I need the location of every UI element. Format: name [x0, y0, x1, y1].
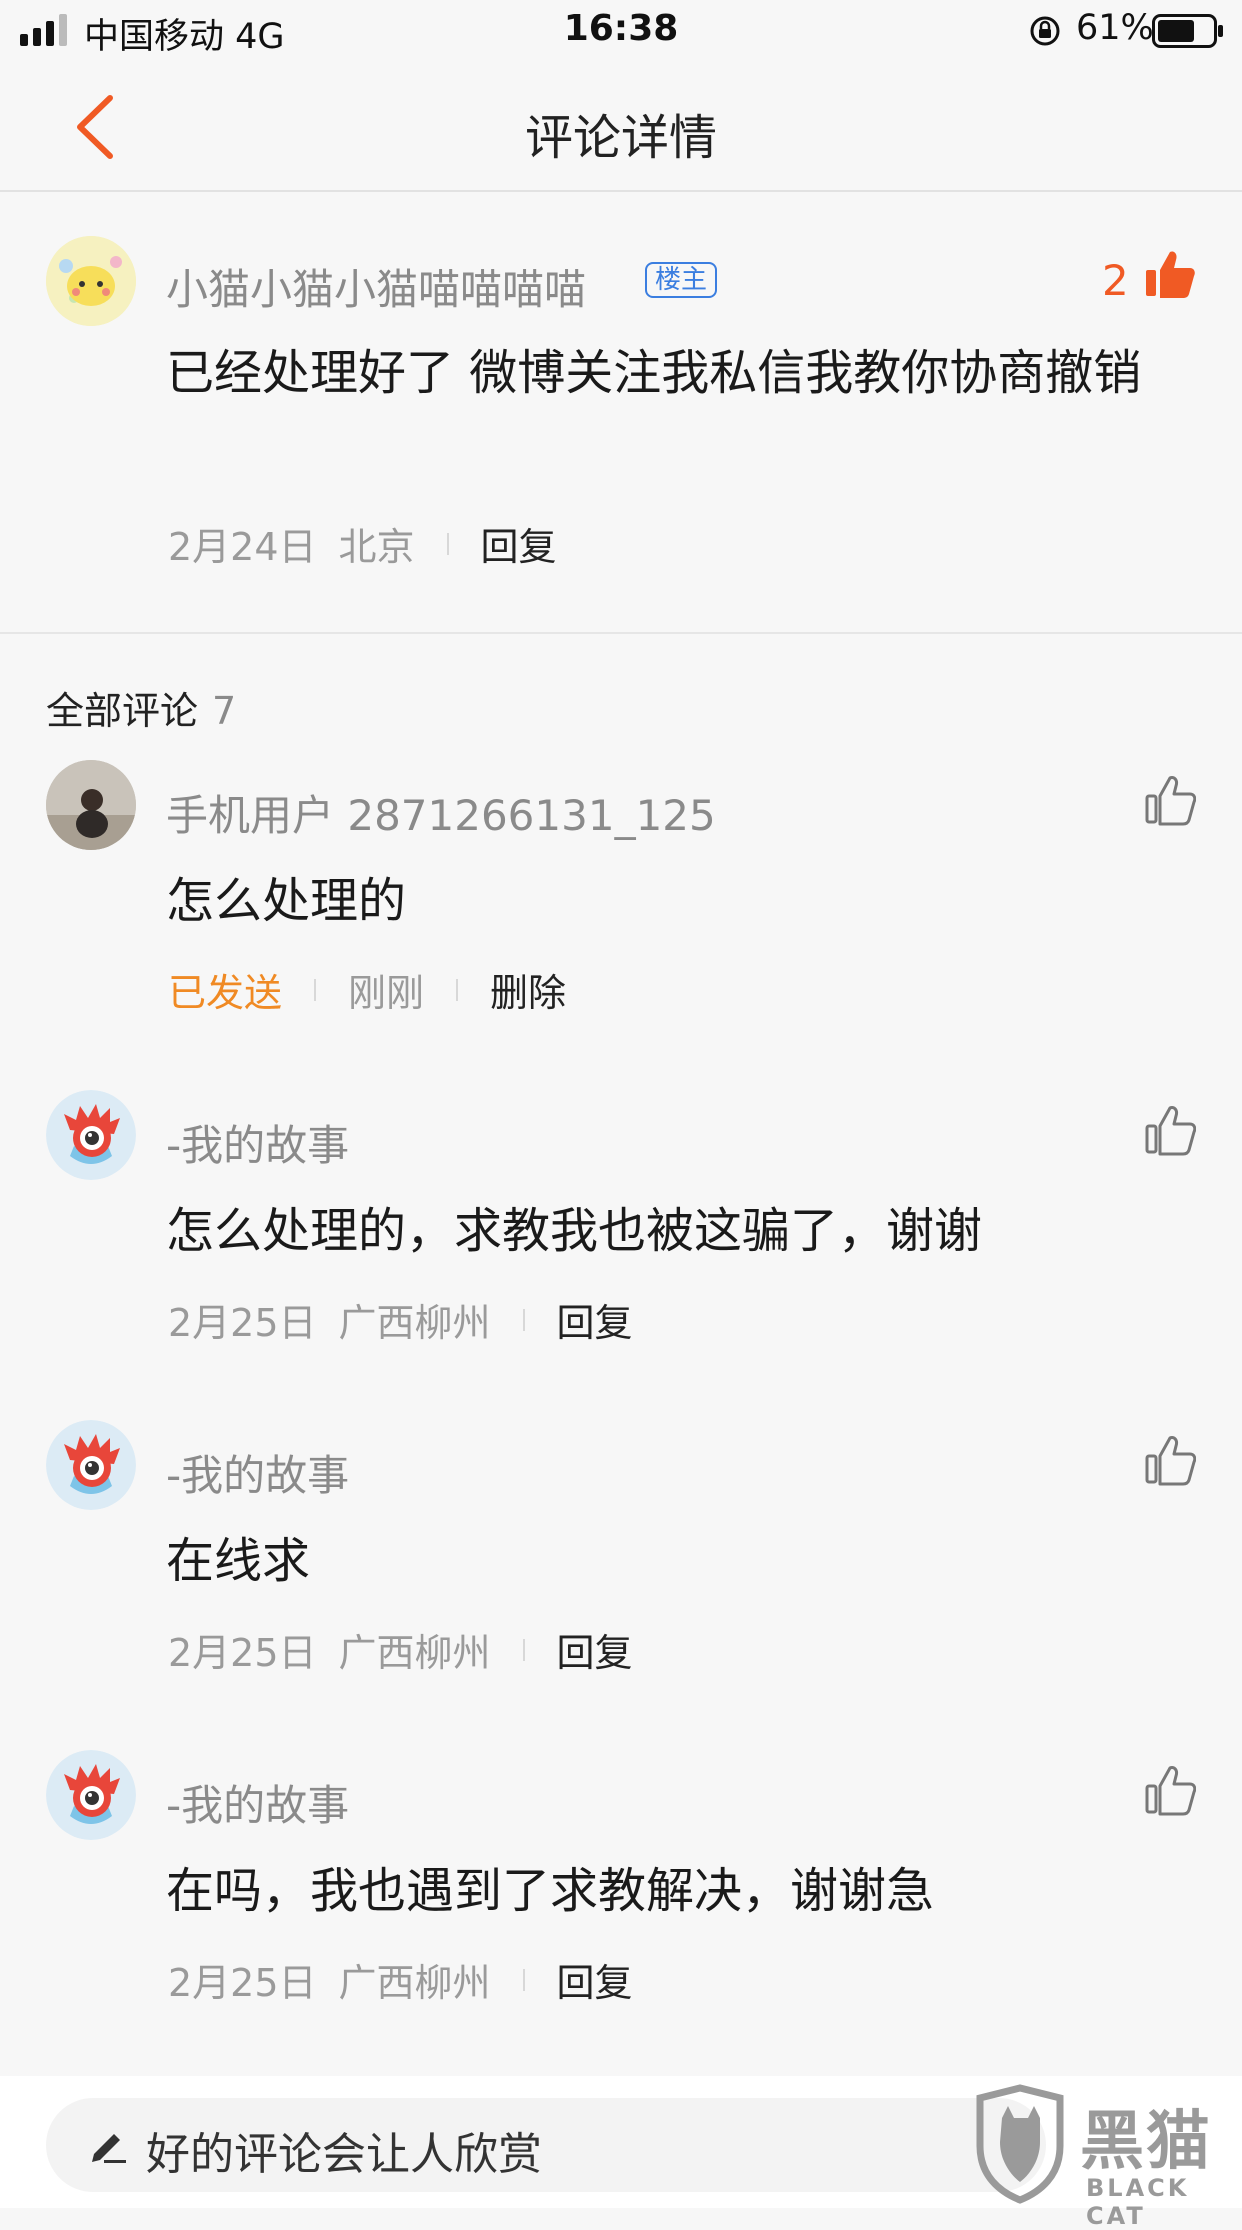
- photo-avatar-icon: [46, 760, 136, 850]
- pikachu-avatar-icon: [46, 236, 136, 326]
- comment-location: 广西柳州: [338, 1301, 491, 1345]
- all-comments-label: 全部评论: [46, 689, 199, 733]
- comment-meta: 2月25日 广西柳州 回复: [168, 1292, 633, 1347]
- all-comments-header: 全部评论 7: [46, 680, 236, 735]
- divider: [522, 1638, 525, 1661]
- comment-text: 在线求: [166, 1533, 311, 1589]
- reply-button[interactable]: 回复: [557, 1952, 633, 2007]
- comment-date: 2月25日: [168, 1631, 317, 1675]
- avatar[interactable]: [46, 1420, 136, 1510]
- reply-button[interactable]: 回复: [557, 1292, 633, 1347]
- thumbs-up-icon[interactable]: [1144, 774, 1196, 826]
- thumbs-up-icon[interactable]: [1144, 1764, 1196, 1816]
- reply-button[interactable]: 回复: [481, 516, 557, 571]
- comment-count: 7: [212, 689, 237, 733]
- rotation-lock-icon: [1030, 16, 1060, 46]
- username[interactable]: -我的故事: [166, 1112, 349, 1173]
- username[interactable]: -我的故事: [166, 1442, 349, 1503]
- comment-date: 2月24日: [168, 525, 317, 569]
- watermark-title: 黑猫: [1080, 2105, 1212, 2179]
- comment-input[interactable]: 好的评论会让人欣赏: [46, 2098, 1046, 2192]
- page-title: 评论详情: [524, 110, 717, 166]
- comment-date: 2月25日: [168, 1961, 317, 2005]
- comment-meta: 2月24日 北京 回复: [168, 516, 557, 571]
- weibo-eye-avatar-icon: [46, 1090, 136, 1180]
- watermark: 黑猫 BLACK CAT: [970, 2084, 1242, 2230]
- comment-text: 已经处理好了 微博关注我私信我教你协商撤销: [166, 345, 1142, 401]
- thumbs-up-filled-icon[interactable]: [1144, 248, 1196, 300]
- username[interactable]: 小猫小猫小猫喵喵喵喵: [166, 256, 586, 317]
- sent-status: 已发送: [168, 971, 283, 1015]
- navigation-bar: 评论详情: [0, 62, 1242, 192]
- thumbs-up-icon[interactable]: [1144, 1104, 1196, 1156]
- comment-meta: 已发送 刚刚 删除: [168, 962, 566, 1017]
- pencil-icon: [92, 2134, 126, 2163]
- weibo-eye-avatar-icon: [46, 1420, 136, 1510]
- battery-icon: [1152, 14, 1223, 48]
- comment-time: 刚刚: [348, 971, 425, 1015]
- status-bar: 中国移动 4G 16:38 61%: [0, 0, 1242, 62]
- comment-text: 怎么处理的: [166, 873, 407, 929]
- comment-text: 在吗，我也遇到了求教解决，谢谢急: [166, 1863, 935, 1919]
- input-placeholder: 好的评论会让人欣赏: [146, 2129, 542, 2180]
- divider: [522, 1308, 525, 1331]
- delete-button[interactable]: 删除: [490, 962, 566, 1017]
- comment-location: 广西柳州: [338, 1961, 491, 2005]
- black-cat-shield-icon: [976, 2084, 1064, 2204]
- comment-meta: 2月25日 广西柳州 回复: [168, 1622, 633, 1677]
- comment-location: 北京: [338, 525, 415, 569]
- divider: [522, 1968, 525, 1991]
- battery-percent: 61%: [1076, 8, 1154, 48]
- divider: [446, 532, 449, 555]
- reply-button[interactable]: 回复: [557, 1622, 633, 1677]
- comment-location: 广西柳州: [338, 1631, 491, 1675]
- thumbs-up-icon[interactable]: [1144, 1434, 1196, 1486]
- avatar[interactable]: [46, 1090, 136, 1180]
- username[interactable]: 手机用户 2871266131_125: [166, 782, 716, 843]
- avatar[interactable]: [46, 1750, 136, 1840]
- weibo-eye-avatar-icon: [46, 1750, 136, 1840]
- like-count: 2: [1102, 256, 1129, 305]
- op-comment: 小猫小猫小猫喵喵喵喵 楼主 2 已经处理好了 微博关注我私信我教你协商撤销 2月…: [0, 192, 1242, 634]
- divider: [456, 978, 459, 1001]
- host-badge: 楼主: [645, 262, 718, 298]
- avatar[interactable]: [46, 760, 136, 850]
- comment-date: 2月25日: [168, 1301, 317, 1345]
- watermark-subtitle: BLACK CAT: [1086, 2174, 1190, 2230]
- comment-text: 怎么处理的，求教我也被这骗了，谢谢: [166, 1203, 983, 1259]
- username[interactable]: -我的故事: [166, 1772, 349, 1833]
- avatar[interactable]: [46, 236, 136, 326]
- comment-meta: 2月25日 广西柳州 回复: [168, 1952, 633, 2007]
- divider: [314, 978, 317, 1001]
